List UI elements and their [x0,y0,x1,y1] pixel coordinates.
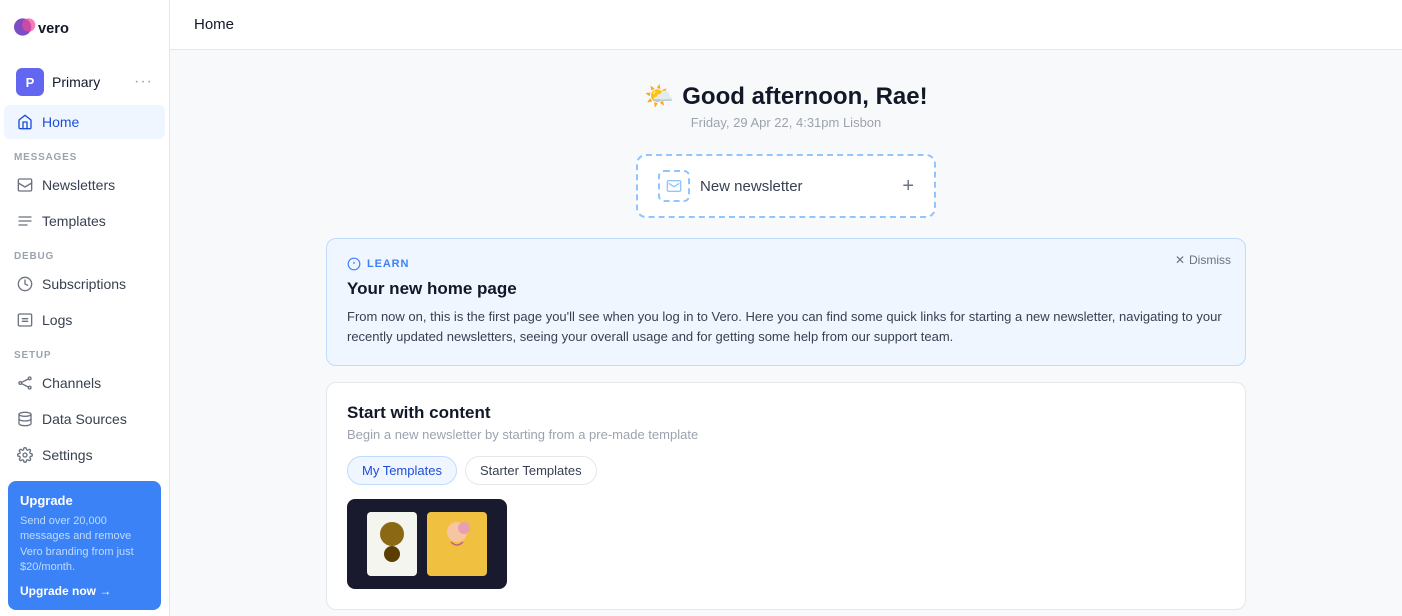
sidebar-item-templates[interactable]: Templates [4,204,165,238]
greeting-subtitle: Friday, 29 Apr 22, 4:31pm Lisbon [644,115,927,130]
messages-section-label: MESSAGES [0,140,169,167]
dismiss-label: Dismiss [1189,253,1231,267]
greeting-emoji: 🌤️ [644,82,674,111]
learn-title: Your new home page [347,279,1225,299]
new-newsletter-button[interactable]: New newsletter + [636,154,936,218]
learn-banner: ✕ Dismiss LEARN Your new home page From … [326,238,1246,366]
templates-icon [16,212,34,230]
logs-icon [16,311,34,329]
greeting-text: Good afternoon, Rae! [682,83,927,111]
dismiss-button[interactable]: ✕ Dismiss [1175,253,1231,267]
upgrade-description: Send over 20,000 messages and remove Ver… [20,514,149,576]
template-tabs: My Templates Starter Templates [347,456,1225,485]
new-newsletter-label: New newsletter [700,178,803,195]
vero-logo: vero [14,16,74,44]
sidebar-item-subscriptions[interactable]: Subscriptions [4,267,165,301]
template-preview-image [357,504,497,584]
main-content-area: Home 🌤️ Good afternoon, Rae! Friday, 29 … [170,0,1402,616]
learn-info-icon [347,257,361,271]
learn-tag: LEARN [367,258,409,270]
sidebar-item-templates-label: Templates [42,213,106,229]
sidebar-item-settings-label: Settings [42,447,93,463]
workspace-avatar: P [16,68,44,96]
newsletters-icon [16,176,34,194]
tab-starter-templates[interactable]: Starter Templates [465,456,597,485]
template-preview-card[interactable] [347,499,507,589]
sidebar-item-data-sources-label: Data Sources [42,411,127,427]
channels-icon [16,374,34,392]
newsletter-icon [658,170,690,202]
main-content: 🌤️ Good afternoon, Rae! Friday, 29 Apr 2… [170,50,1402,616]
logo-area: vero [0,0,169,60]
top-bar: Home [170,0,1402,50]
upgrade-box: Upgrade Send over 20,000 messages and re… [8,481,161,610]
sidebar-item-settings[interactable]: Settings [4,438,165,472]
subscriptions-icon [16,275,34,293]
sidebar-item-home[interactable]: Home [4,105,165,139]
greeting-title: 🌤️ Good afternoon, Rae! [644,82,927,111]
svg-text:vero: vero [38,21,69,37]
sidebar-item-logs-label: Logs [42,312,72,328]
new-newsletter-left: New newsletter [658,170,803,202]
start-content-card: Start with content Begin a new newslette… [326,382,1246,610]
sidebar-item-newsletters-label: Newsletters [42,177,115,193]
sidebar-item-subscriptions-label: Subscriptions [42,276,126,292]
learn-header: LEARN [347,257,1225,271]
settings-icon [16,446,34,464]
new-newsletter-plus-icon: + [902,175,914,198]
greeting-section: 🌤️ Good afternoon, Rae! Friday, 29 Apr 2… [644,82,927,130]
start-content-title: Start with content [347,403,1225,423]
workspace-menu-icon: ··· [134,73,153,91]
workspace-name: Primary [52,74,134,90]
data-sources-icon [16,410,34,428]
sidebar-item-channels[interactable]: Channels [4,366,165,400]
page-title: Home [194,16,234,33]
tab-my-templates[interactable]: My Templates [347,456,457,485]
sidebar: vero P Primary ··· Home MESSAGES Newslet… [0,0,170,616]
upgrade-link[interactable]: Upgrade now → [20,584,149,598]
workspace-selector[interactable]: P Primary ··· [4,60,165,104]
home-icon [16,113,34,131]
learn-body: From now on, this is the first page you'… [347,307,1225,347]
sidebar-item-logs[interactable]: Logs [4,303,165,337]
sidebar-item-newsletters[interactable]: Newsletters [4,168,165,202]
sidebar-item-data-sources[interactable]: Data Sources [4,402,165,436]
start-content-subtitle: Begin a new newsletter by starting from … [347,427,1225,442]
setup-section-label: SETUP [0,338,169,365]
upgrade-title: Upgrade [20,493,149,508]
dismiss-x-icon: ✕ [1175,253,1185,267]
debug-section-label: DEBUG [0,239,169,266]
sidebar-item-home-label: Home [42,114,79,130]
sidebar-item-channels-label: Channels [42,375,101,391]
